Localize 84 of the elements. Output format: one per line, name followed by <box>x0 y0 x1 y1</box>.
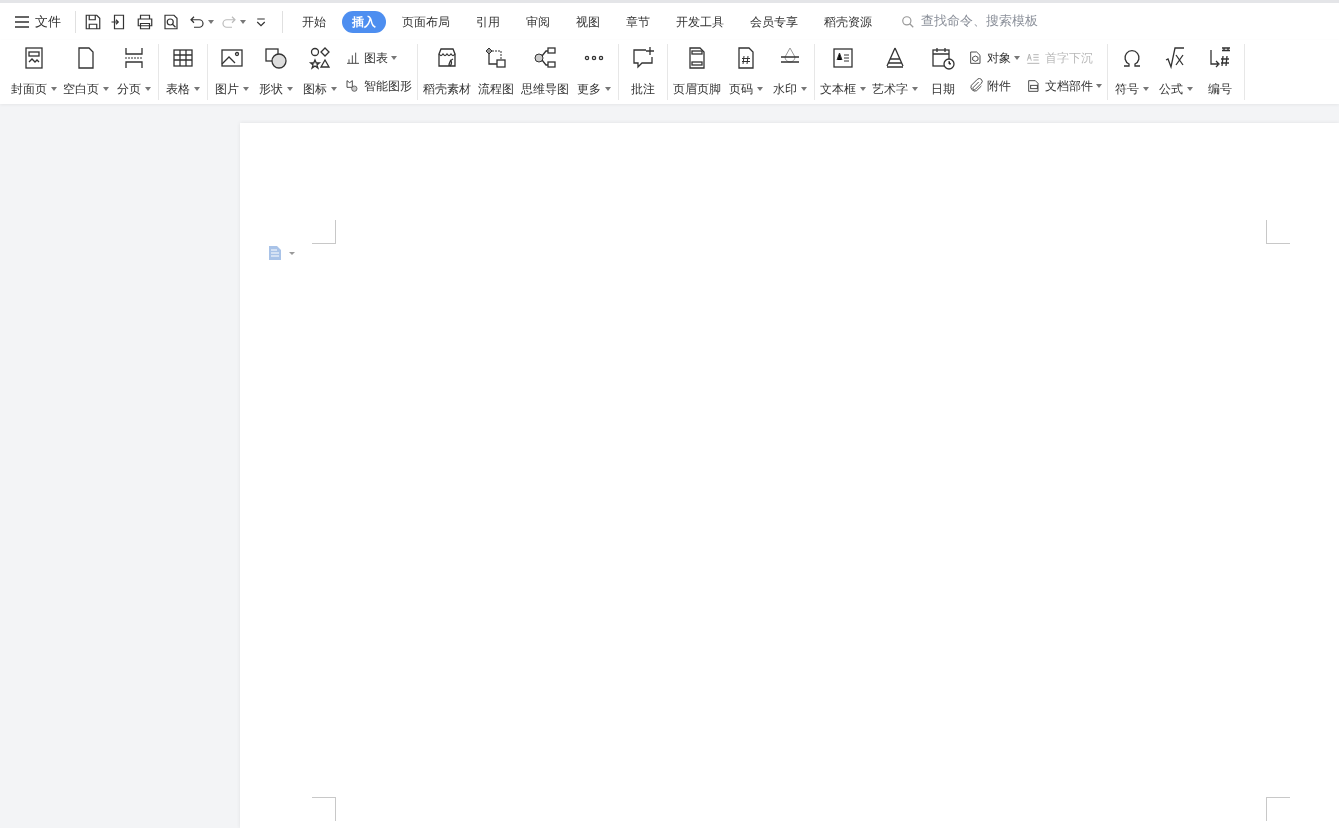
ribbon-button[interactable]: 图片 <box>210 44 254 100</box>
shapes-icon <box>264 46 288 70</box>
caret-icon <box>1187 87 1193 91</box>
ribbon-tab[interactable]: 页面布局 <box>392 10 460 33</box>
ribbon-button[interactable]: 页眉页脚 <box>670 44 724 100</box>
comment-icon <box>631 46 655 70</box>
caret-icon <box>391 56 397 60</box>
ribbon-button[interactable]: 流程图 <box>474 44 518 100</box>
ribbon-button[interactable]: 符号 <box>1110 44 1154 100</box>
caret-icon <box>801 87 807 91</box>
cube-doc-icon <box>968 50 984 66</box>
corner-mark <box>312 797 336 821</box>
cover-page-icon <box>22 46 46 70</box>
store-icon <box>435 46 459 70</box>
caret-icon <box>912 87 918 91</box>
caret-icon <box>51 87 57 91</box>
document-parts-icon <box>1026 78 1042 94</box>
ribbon-button[interactable]: 艺术字 <box>869 44 921 100</box>
ribbon-button[interactable]: 图标 <box>298 44 342 100</box>
caret-icon <box>208 20 214 24</box>
caret-icon <box>1143 87 1149 91</box>
caret-icon <box>287 87 293 91</box>
page-break-icon <box>122 46 146 70</box>
caret-icon <box>1014 56 1020 60</box>
ribbon-tab[interactable]: 稻壳资源 <box>814 10 882 33</box>
ribbon-tab[interactable]: 开始 <box>292 10 336 33</box>
ribbon-button[interactable]: 形状 <box>254 44 298 100</box>
bar-chart-icon <box>345 50 361 66</box>
search-field[interactable]: 查找命令、搜索模板 <box>901 11 1069 32</box>
caret-icon <box>605 87 611 91</box>
ribbon-button[interactable]: 智能图形 <box>342 76 415 96</box>
caret-icon <box>860 87 866 91</box>
menu-button[interactable]: 文件 <box>14 11 69 32</box>
ellipsis-icon <box>582 54 606 62</box>
ribbon-button[interactable]: 水印 <box>768 44 812 100</box>
caret-icon <box>757 87 763 91</box>
numbering-icon <box>1208 46 1232 70</box>
table-grid-icon <box>171 46 195 70</box>
ribbon-tab[interactable]: 审阅 <box>516 10 560 33</box>
ribbon-tab[interactable]: 章节 <box>616 10 660 33</box>
print-preview-icon <box>162 12 180 31</box>
paperclip-icon <box>968 78 984 94</box>
caret-icon <box>1096 84 1102 88</box>
caret-icon <box>194 87 200 91</box>
shapes-set-icon <box>308 46 332 70</box>
ribbon-tab[interactable]: 视图 <box>566 10 610 33</box>
corner-mark <box>1266 797 1290 821</box>
ribbon-button[interactable]: 页码 <box>724 44 768 100</box>
ribbon-button[interactable]: 图表 <box>342 48 415 68</box>
save-icon <box>84 12 102 31</box>
ribbon-button[interactable]: 思维导图 <box>518 44 572 100</box>
smart-graphic-icon <box>345 78 361 94</box>
image-icon <box>220 46 244 70</box>
ribbon-button[interactable]: 表格 <box>161 44 205 100</box>
ribbon-tab[interactable]: 开发工具 <box>666 10 734 33</box>
ribbon-button[interactable]: 封面页 <box>8 44 60 100</box>
text-box-icon <box>831 46 855 70</box>
flowchart-icon <box>484 46 508 70</box>
corner-mark <box>1266 220 1290 244</box>
print-icon <box>136 12 154 31</box>
mind-map-icon <box>533 46 557 70</box>
corner-mark <box>312 220 336 244</box>
ribbon-button[interactable]: 分页 <box>112 44 156 100</box>
caret-icon <box>103 87 109 91</box>
ribbon-button[interactable]: 日期 <box>921 44 965 100</box>
ribbon-button[interactable]: 批注 <box>621 44 665 100</box>
calendar-icon <box>931 46 955 70</box>
menu-icon <box>14 15 30 28</box>
caret-icon <box>243 87 249 91</box>
ribbon-button[interactable]: 稻壳素材 <box>420 44 474 100</box>
ribbon-button[interactable]: 附件 <box>965 76 1023 96</box>
ribbon-tab[interactable]: 引用 <box>466 10 510 33</box>
ribbon-button[interactable]: 编号 <box>1198 44 1242 100</box>
caret-icon <box>240 20 246 24</box>
ribbon-button[interactable]: 文档部件 <box>1023 76 1105 96</box>
caret-icon <box>331 87 337 91</box>
ribbon-tab[interactable]: 会员专享 <box>740 10 808 33</box>
ribbon-button[interactable]: 公式 <box>1154 44 1198 100</box>
ribbon-button[interactable]: 空白页 <box>60 44 112 100</box>
ribbon-button[interactable]: 更多 <box>572 44 616 100</box>
ribbon-button[interactable]: 对象 <box>965 48 1023 68</box>
ribbon-button[interactable]: 文本框 <box>817 44 869 100</box>
caret-icon <box>145 87 151 91</box>
search-icon <box>901 14 915 29</box>
